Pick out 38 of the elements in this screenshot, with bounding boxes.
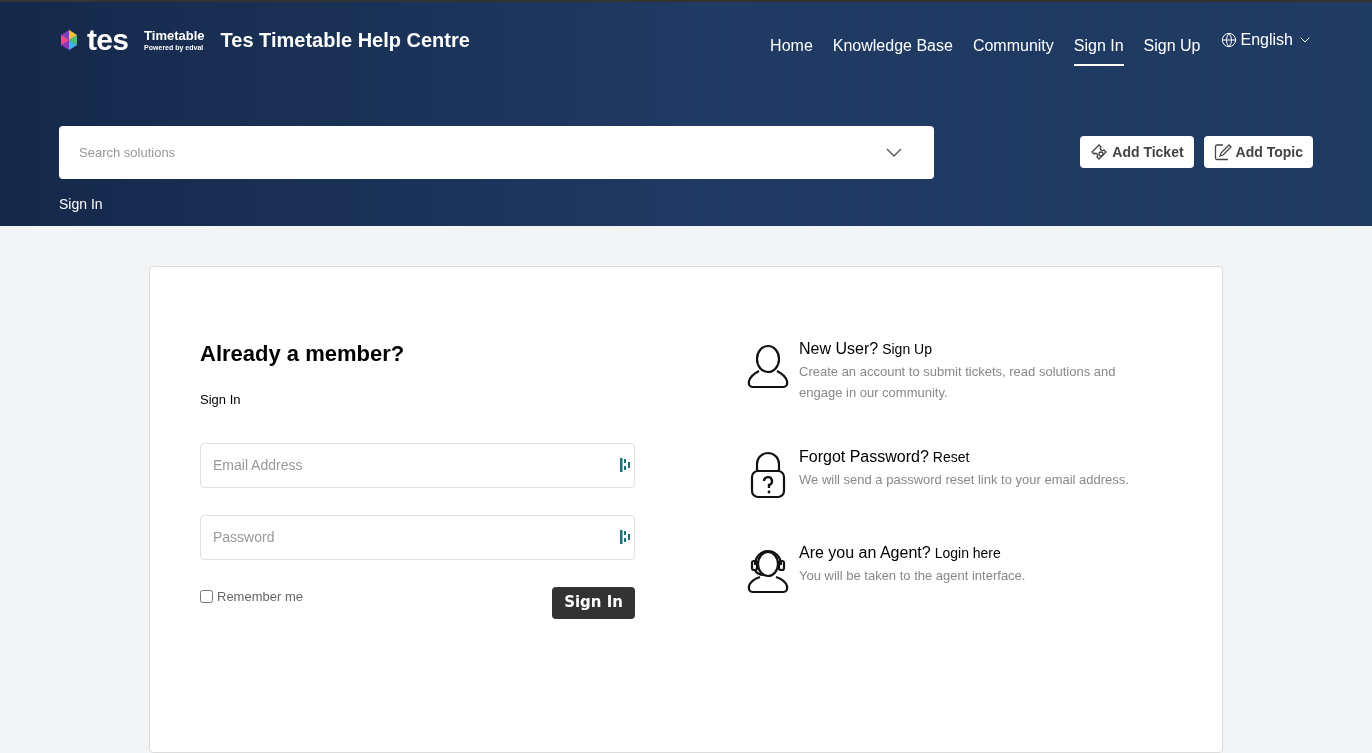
help-description: We will send a password reset link to your email address. [799, 471, 1130, 489]
breadcrumb-link[interactable]: Sign In [59, 194, 103, 215]
nav-link[interactable]: Sign Up [1143, 28, 1201, 66]
password-manager-icon[interactable] [619, 456, 631, 473]
login-heading: Already a member? [200, 340, 406, 368]
logo-wordmark: tes [87, 25, 129, 55]
remember-checkbox[interactable] [200, 589, 213, 603]
help-title: Forgot Password? [799, 447, 929, 467]
logo-product: Timetable [144, 29, 205, 42]
help-title: Are you an Agent? [799, 543, 931, 563]
nav-link[interactable]: Community [972, 28, 1054, 66]
help-description: Create an account to submit tickets, read solutions and engage in our community. [799, 363, 1117, 402]
nav-link[interactable]: Knowledge Base [832, 28, 953, 66]
password-manager-icon[interactable] [619, 528, 631, 545]
action-button[interactable]: Add Topic [1203, 136, 1313, 168]
password-field[interactable]: Password [200, 514, 635, 560]
search-field[interactable]: Search solutions [59, 126, 934, 179]
action-button[interactable]: Add Ticket [1080, 136, 1194, 168]
globe-icon [1220, 32, 1237, 48]
help-link[interactable]: Sign Up [882, 339, 932, 360]
login-subheading: Sign In [200, 391, 242, 409]
help-link[interactable]: Login here [934, 543, 1001, 564]
person-icon [747, 343, 789, 391]
email-field[interactable]: Email Address [200, 442, 635, 488]
colorful-cube-icon [59, 29, 79, 51]
nav-link[interactable]: Home [770, 28, 813, 66]
nav-link[interactable]: Sign In [1073, 28, 1124, 66]
help-title: New User? [799, 339, 879, 359]
ticket-icon [1090, 143, 1109, 161]
chevron-down-icon[interactable] [886, 148, 902, 157]
remember-label: Remember me [217, 587, 303, 606]
edit-icon [1213, 143, 1232, 161]
sign-in-button[interactable]: Sign In [552, 586, 635, 619]
help-description: You will be taken to the agent interface. [799, 567, 1027, 585]
help-link[interactable]: Reset [932, 447, 970, 468]
site-title: Tes Timetable Help Centre [220, 28, 470, 53]
headset-person-icon [747, 547, 789, 595]
language-selector[interactable]: English [1220, 28, 1313, 52]
